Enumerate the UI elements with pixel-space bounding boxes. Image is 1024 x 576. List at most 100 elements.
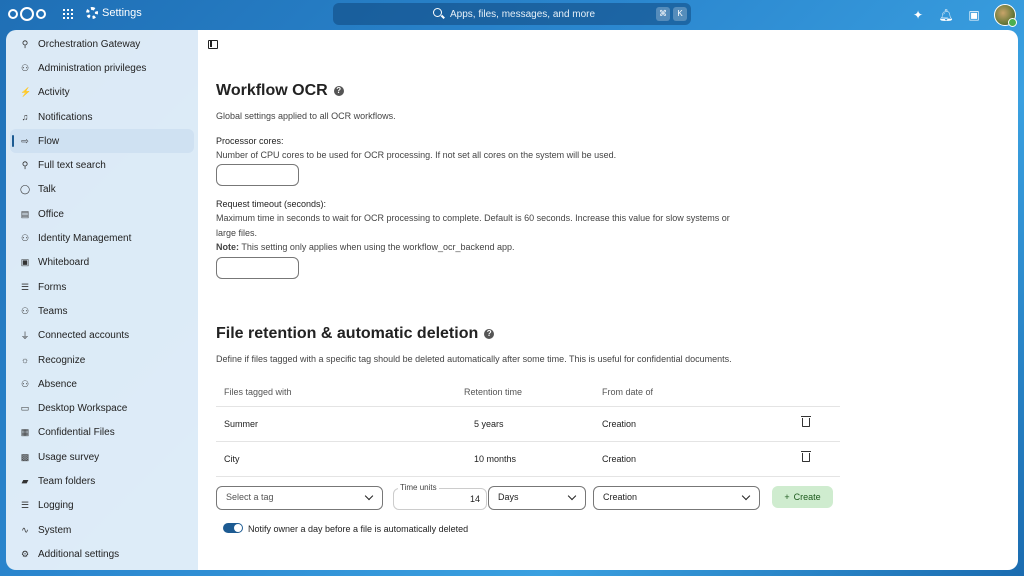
sidebar-item-teams[interactable]: ⚇ Teams — [10, 299, 194, 323]
bell-icon: ♫ — [21, 112, 29, 123]
request-timeout-input[interactable] — [216, 257, 299, 279]
time-units-label: Time units — [398, 483, 439, 492]
sidebar-item-team-folders[interactable]: ▰ Team folders — [10, 469, 194, 493]
sidebar-item-label: Forms — [38, 281, 67, 293]
sidebar-item-logging[interactable]: ☰ Logging — [10, 494, 194, 518]
tag-select-value: Select a tag — [226, 492, 274, 502]
sidebar-item-label: Office — [38, 208, 64, 220]
from-select-value: Creation — [603, 492, 638, 502]
delete-icon[interactable] — [801, 451, 811, 462]
search-icon: ⚲ — [21, 160, 29, 171]
sidebar-item-label: Full text search — [38, 160, 106, 172]
time-units-input[interactable]: Time units 14 — [393, 483, 487, 510]
sidebar-item-recognize[interactable]: ☼ Recognize — [10, 348, 194, 372]
help-icon[interactable]: ? — [333, 86, 344, 96]
retention-description: Define if files tagged with a specific t… — [216, 354, 732, 364]
sidebar-item-forms[interactable]: ☰ Forms — [10, 275, 194, 299]
sidebar-toggle-icon[interactable] — [208, 40, 218, 49]
sidebar-item-talk[interactable]: ◯ Talk — [10, 178, 194, 202]
sidebar-item-confidential-files[interactable]: ▦ Confidential Files — [10, 421, 194, 445]
create-button[interactable]: + Create — [772, 486, 833, 508]
sidebar-item-label: Usage survey — [38, 451, 100, 463]
gear-icon: ⚙ — [20, 548, 30, 559]
main-content: Workflow OCR ? Global settings applied t… — [198, 30, 1018, 570]
row-actions — [801, 441, 840, 477]
unified-search[interactable]: Apps, files, messages, and more ⌘ K — [333, 3, 691, 25]
header-actions: ✦ 🔔︎ ▣ — [910, 4, 1017, 27]
activity-icon: ⚡ — [20, 87, 32, 98]
logging-icon: ☰ — [20, 500, 30, 511]
sidebar-item-identity-management[interactable]: ⚇ Identity Management — [10, 226, 194, 250]
row-actions — [801, 406, 840, 442]
sidebar-item-label: Orchestration Gateway — [38, 38, 141, 50]
search-icon — [433, 8, 442, 17]
top-header: Settings Apps, files, messages, and more… — [0, 0, 1024, 28]
from-date-select[interactable]: Creation — [593, 486, 760, 510]
plug-icon: ⏚ — [20, 331, 30, 342]
delete-icon[interactable] — [801, 416, 811, 427]
sidebar-item-label: Activity — [38, 87, 70, 99]
sidebar-item-label: System — [38, 524, 72, 536]
survey-icon: ▩ — [20, 451, 30, 462]
sidebar-item-absence[interactable]: ⚇ Absence — [10, 372, 194, 396]
sidebar-item-full-text-search[interactable]: ⚲ Full text search — [10, 153, 194, 177]
sidebar-item-usage-survey[interactable]: ▩ Usage survey — [10, 445, 194, 469]
chevron-down-icon — [741, 491, 751, 501]
sidebar-item-label: Logging — [38, 500, 74, 512]
sidebar-item-activity[interactable]: ⚡ Activity — [10, 81, 194, 105]
create-label: Create — [793, 492, 821, 502]
plus-icon: + — [784, 492, 790, 502]
row-tag: Summer — [216, 406, 416, 442]
timeout-note: Note: This setting only applies when usi… — [216, 242, 515, 252]
app-title[interactable]: Settings — [86, 7, 142, 19]
sidebar-item-notifications[interactable]: ♫ Notifications — [10, 105, 194, 129]
time-units-value: 14 — [469, 494, 480, 504]
notifications-bell-icon[interactable]: 🔔︎ — [938, 7, 954, 23]
logo-circle-left — [8, 9, 18, 19]
sidebar-item-orchestration-gateway[interactable]: ⚲ Orchestration Gateway — [10, 32, 194, 56]
notify-toggle[interactable] — [223, 523, 243, 533]
retention-title-text: File retention & automatic deletion — [216, 325, 479, 342]
col-header-time: Retention time — [416, 378, 602, 407]
unit-select-value: Days — [498, 492, 519, 502]
logo-circle-mid — [20, 7, 34, 21]
unit-select[interactable]: Days — [488, 486, 586, 510]
ocr-section-title: Workflow OCR ? — [216, 82, 344, 100]
kbd-cmd: ⌘ — [656, 7, 670, 21]
nextcloud-logo[interactable] — [8, 6, 48, 22]
col-header-from: From date of — [602, 378, 802, 407]
sidebar-item-additional-settings[interactable]: ⚙ Additional settings — [10, 542, 194, 566]
sidebar-item-connected-accounts[interactable]: ⏚ Connected accounts — [10, 324, 194, 348]
assistant-sparkle-icon[interactable]: ✦ — [910, 7, 926, 23]
desktop-icon: ▭ — [20, 403, 30, 414]
sidebar-item-label: Teams — [38, 305, 68, 317]
sidebar-item-whiteboard[interactable]: ▣ Whiteboard — [10, 251, 194, 275]
confidential-icon: ▦ — [20, 427, 30, 438]
row-from-date: Creation — [602, 406, 802, 442]
row-retention-time: 10 months — [416, 441, 602, 477]
cores-label: Processor cores: — [216, 136, 284, 146]
sidebar-item-label: Additional settings — [38, 548, 120, 560]
contacts-icon[interactable]: ▣ — [966, 7, 982, 23]
table-row: Summer 5 years Creation — [216, 406, 840, 442]
folder-icon: ▰ — [21, 475, 29, 486]
user-avatar[interactable] — [994, 4, 1017, 27]
sidebar-item-system[interactable]: ∿ System — [10, 518, 194, 542]
sidebar-item-label: Connected accounts — [38, 330, 130, 342]
help-icon[interactable]: ? — [484, 329, 495, 339]
sidebar-item-desktop-workspace[interactable]: ▭ Desktop Workspace — [10, 396, 194, 420]
processor-cores-input[interactable] — [216, 164, 299, 186]
timeout-help-line2: large files. — [216, 228, 258, 238]
apps-grid-icon[interactable] — [63, 9, 73, 19]
forms-icon: ☰ — [20, 281, 30, 292]
sidebar-item-flow[interactable]: ⇨ Flow — [10, 129, 194, 154]
sidebar-item-label: Talk — [38, 184, 56, 196]
system-icon: ∿ — [21, 524, 29, 535]
sidebar-item-label: Notifications — [38, 111, 93, 123]
tag-select[interactable]: Select a tag — [216, 486, 383, 510]
sidebar-item-office[interactable]: ▤ Office — [10, 202, 194, 226]
sidebar-item-administration-privileges[interactable]: ⚇ Administration privileges — [10, 56, 194, 80]
teams-icon: ⚇ — [20, 305, 30, 316]
admin-icon: ⚇ — [20, 62, 30, 73]
sidebar-item-label: Absence — [38, 378, 77, 390]
